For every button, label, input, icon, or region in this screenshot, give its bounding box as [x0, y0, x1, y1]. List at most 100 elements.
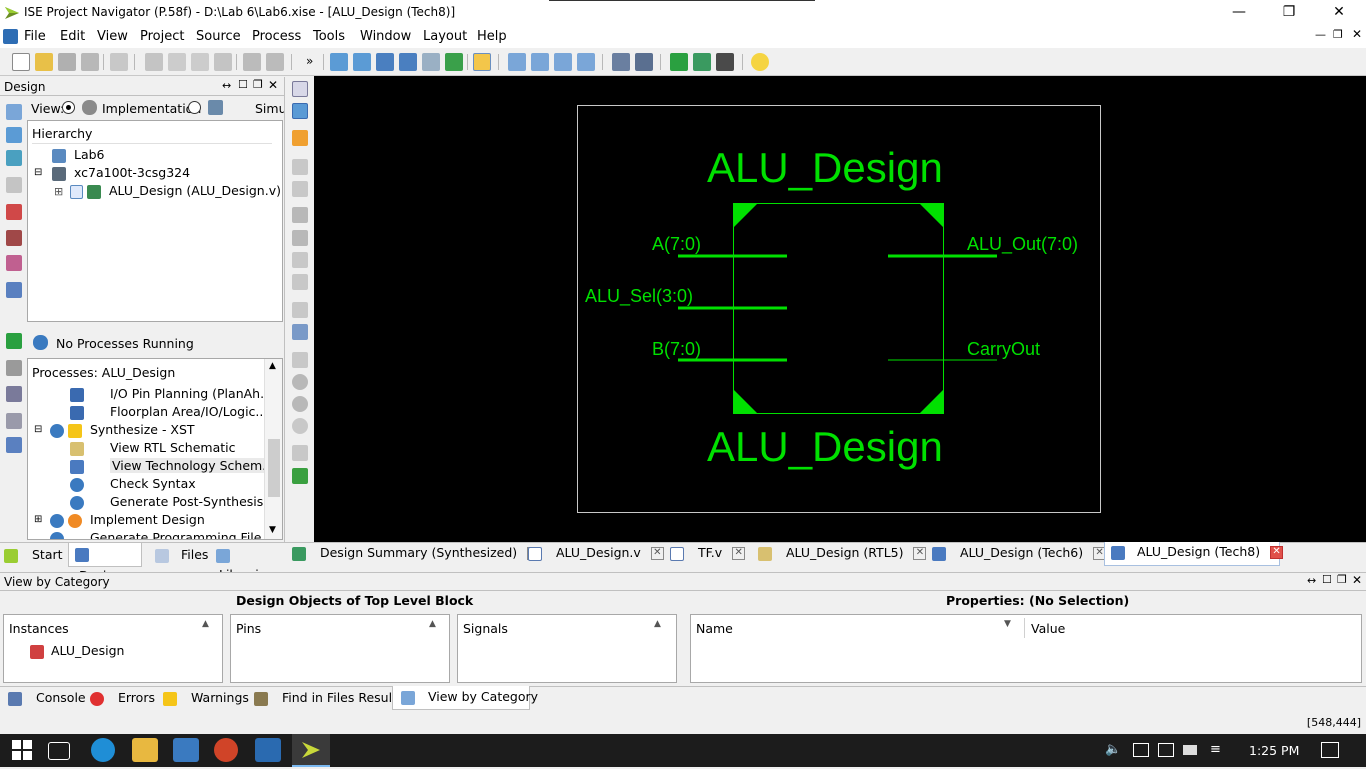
schematic-canvas[interactable]: ALU_Design ALU_Design A(7:0) ALU_Sel(3:0… — [314, 76, 1366, 542]
process-collapse-icon[interactable] — [6, 413, 22, 429]
process-item-selected[interactable]: View Technology Schem... — [70, 458, 277, 474]
powerpoint-icon[interactable] — [214, 738, 238, 762]
process-item[interactable]: Generate Programming File — [50, 530, 261, 539]
refresh-view-icon[interactable] — [292, 418, 308, 434]
previous-page-icon[interactable] — [292, 445, 308, 461]
menu-edit[interactable]: Edit — [60, 29, 85, 44]
maximize-button[interactable]: ❐ — [1266, 0, 1312, 26]
regenerate-icon[interactable] — [292, 302, 308, 318]
open-folder-icon[interactable] — [35, 53, 53, 71]
backward-trace-icon[interactable] — [292, 181, 308, 197]
instances-list[interactable]: Instances ▲ ALU_Design — [3, 614, 223, 683]
menu-process[interactable]: Process — [252, 29, 301, 44]
select-pointer-icon[interactable] — [292, 81, 308, 97]
new-source-icon[interactable] — [6, 150, 22, 166]
errors-tab[interactable]: Errors — [90, 688, 155, 710]
task-view-icon[interactable] — [48, 742, 70, 760]
security-icon[interactable] — [1133, 743, 1149, 757]
close-tab-icon[interactable]: ✕ — [732, 547, 746, 560]
network-sync-icon[interactable] — [1158, 743, 1174, 757]
cut-icon[interactable] — [145, 53, 163, 71]
simulation-radio[interactable] — [188, 101, 201, 114]
scroll-thumb[interactable] — [268, 439, 280, 497]
sort-up-icon[interactable]: ▲ — [202, 619, 209, 629]
run-icon[interactable] — [670, 53, 688, 71]
signals-list[interactable]: Signals ▲ — [457, 614, 677, 683]
forward-icon[interactable] — [292, 396, 308, 412]
menu-file[interactable]: File — [24, 29, 46, 44]
process-item-synthesize[interactable]: Synthesize - XST — [50, 422, 195, 438]
summary-sigma-icon[interactable] — [693, 53, 711, 71]
remove-icon[interactable] — [292, 274, 308, 290]
find-in-files-tab[interactable]: Find in Files Results — [254, 688, 403, 710]
process-table-icon[interactable] — [6, 437, 22, 453]
tab-libraries[interactable]: Libraries — [216, 545, 284, 582]
file-explorer-icon[interactable] — [132, 738, 158, 762]
tree-item-device[interactable]: xc7a100t-3csg324 — [52, 165, 190, 181]
sort-up-icon[interactable]: ▲ — [429, 619, 436, 629]
console-tab[interactable]: Console — [8, 688, 86, 710]
panel-close-icon[interactable]: ✕ — [1352, 573, 1362, 587]
run-process-icon[interactable] — [6, 333, 22, 349]
process-tree-icon[interactable] — [6, 386, 22, 402]
pins-list[interactable]: Pins ▲ — [230, 614, 450, 683]
editor-tab-tech8-active[interactable]: ALU_Design (Tech8) ✕ — [1104, 542, 1284, 566]
tree-toggle-icon[interactable]: ⊞ — [34, 514, 42, 525]
add-page-icon[interactable] — [292, 207, 308, 223]
implementation-radio[interactable] — [62, 101, 75, 114]
menu-window[interactable]: Window — [360, 29, 411, 44]
tile-vertical-icon[interactable] — [554, 53, 572, 71]
highlight-tool-icon[interactable] — [473, 53, 491, 71]
zoom-full-icon[interactable] — [376, 53, 394, 71]
tree-item-project[interactable]: Lab6 — [52, 147, 105, 163]
process-item[interactable]: I/O Pin Planning (PlanAh... — [70, 386, 272, 402]
back-icon[interactable] — [292, 374, 308, 390]
tile-horizontal-icon[interactable] — [531, 53, 549, 71]
toolbar-overflow-icon[interactable]: » — [306, 54, 313, 68]
forward-trace-icon[interactable] — [292, 159, 308, 175]
telescope-icon[interactable] — [716, 53, 734, 71]
expand-icon[interactable] — [292, 230, 308, 246]
editor-tab-tf-v[interactable]: TF.v ✕ — [670, 543, 746, 565]
pins-header[interactable]: Pins — [236, 621, 261, 636]
cascade-windows-icon[interactable] — [508, 53, 526, 71]
process-item[interactable]: Generate Post-Synthesis... — [70, 494, 275, 510]
menu-help[interactable]: Help — [477, 29, 507, 44]
close-tab-icon[interactable]: ✕ — [650, 547, 664, 560]
panel-float-icon[interactable]: ❐ — [1337, 573, 1347, 586]
tree-expand-icon[interactable]: ⊞ — [54, 185, 63, 198]
menu-project[interactable]: Project — [140, 29, 184, 44]
scroll-down-icon[interactable]: ▼ — [269, 525, 276, 535]
tree-toggle-icon[interactable]: ⊟ — [34, 424, 42, 435]
zoom-out-icon[interactable] — [353, 53, 371, 71]
mdi-minimize-icon[interactable]: — — [1315, 28, 1326, 41]
wifi-icon[interactable]: ≡ — [1210, 742, 1221, 757]
process-hierarchy-icon[interactable] — [6, 360, 22, 376]
print-icon[interactable] — [110, 53, 128, 71]
editor-tab-design-summary[interactable]: Design Summary (Synthesized) ✕ — [292, 543, 541, 565]
hierarchy-icon[interactable] — [6, 177, 22, 193]
warnings-tab[interactable]: Warnings — [163, 688, 249, 710]
close-tab-icon[interactable]: ✕ — [913, 547, 927, 560]
remove-source-icon[interactable] — [6, 204, 22, 220]
doc-menu-icon[interactable] — [3, 29, 18, 44]
add-element-icon[interactable] — [292, 130, 308, 146]
zoom-selection-icon[interactable] — [399, 53, 417, 71]
sort-up-icon[interactable]: ▲ — [654, 619, 661, 629]
implementation-label[interactable]: Implementation — [102, 101, 201, 116]
instances-header[interactable]: Instances — [9, 621, 69, 636]
save-icon[interactable] — [58, 53, 76, 71]
edge-browser-icon[interactable] — [91, 738, 115, 762]
mdi-restore-icon[interactable]: ❐ — [1333, 28, 1343, 41]
panel-float-icon[interactable]: ❐ — [253, 78, 263, 91]
name-column-header[interactable]: Name — [696, 621, 733, 636]
text-annotation-icon[interactable] — [292, 324, 308, 340]
scroll-up-icon[interactable]: ▲ — [269, 361, 276, 371]
menu-tools[interactable]: Tools — [313, 29, 345, 44]
zoom-area-icon[interactable] — [422, 53, 440, 71]
menu-view[interactable]: View — [97, 29, 128, 44]
view-by-category-tab[interactable]: View by Category — [392, 686, 538, 710]
windows-start-icon[interactable] — [9, 738, 35, 762]
add-copy-source-icon[interactable] — [6, 127, 22, 143]
sort-down-icon[interactable]: ▼ — [1004, 619, 1011, 629]
